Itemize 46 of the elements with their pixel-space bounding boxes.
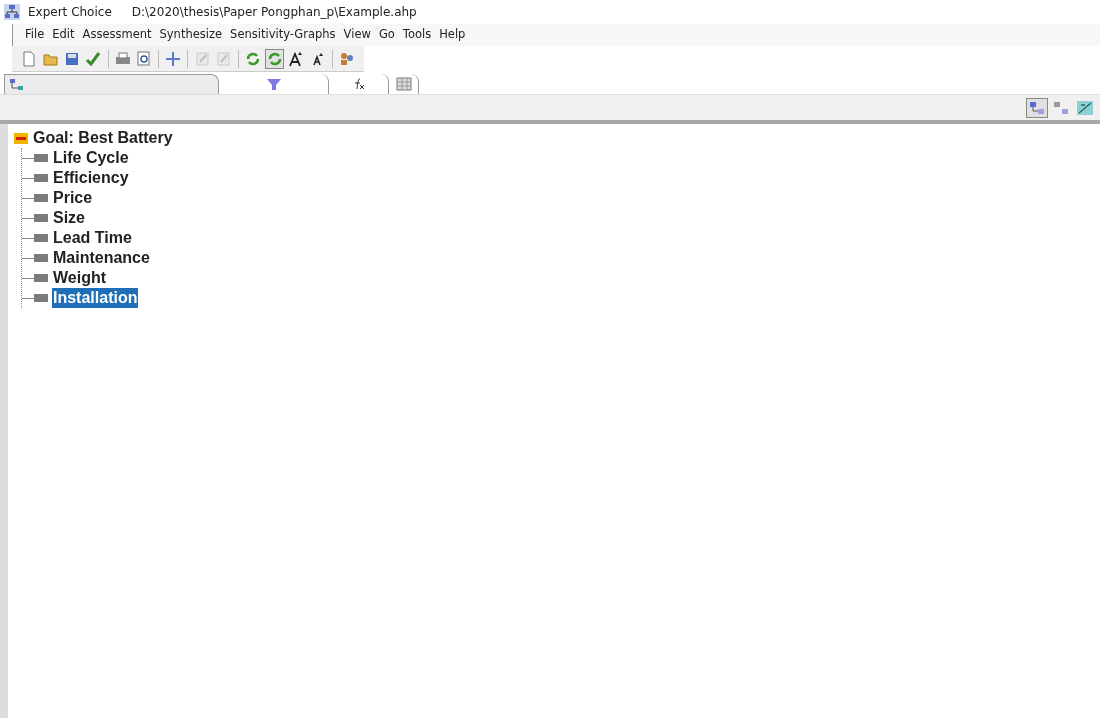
goal-node[interactable]: Goal: Best Battery [32,128,174,148]
pencil-page-icon [194,50,211,67]
criterion-node[interactable]: Life Cycle [52,148,130,168]
criterion-node[interactable]: Installation [52,288,139,308]
menu-item[interactable]: View [339,26,375,44]
view-button[interactable] [1026,97,1048,118]
menu-item[interactable]: Synthesize [155,26,227,44]
menu-item[interactable]: File [21,26,49,44]
nodes-icon [1053,100,1069,115]
printer-icon [114,50,131,67]
criterion-node[interactable]: Size [52,208,86,228]
criterion-node[interactable]: Efficiency [52,168,130,188]
criterion-node-icon [34,294,48,302]
criterion-node[interactable]: Weight [52,268,108,288]
app-logo-icon [4,4,20,20]
criterion-node-icon [34,234,48,242]
menu-item[interactable]: Assessment [78,26,156,44]
font-larger-icon [288,50,305,67]
grid-icon [395,77,412,91]
view-tab[interactable] [4,74,219,94]
criterion-node-icon [34,174,48,182]
file-path: D:\2020\thesis\Paper Pongphan_p\Example.ahp [131,4,417,21]
chart-icon [1077,100,1093,115]
menu-item[interactable]: Go [374,26,399,44]
criterion-node-icon [34,274,48,282]
criterion-node-icon [34,214,48,222]
new-document-icon [21,50,38,67]
criterion-node-icon [34,254,48,262]
goal-node-icon [14,132,28,144]
checkmark-icon [85,50,102,67]
pencil-page-icon [215,50,232,67]
criterion-node-icon [34,194,48,202]
criterion-node[interactable]: Price [52,188,94,208]
criterion-node-icon [34,154,48,162]
refresh-arrows-icon [266,50,283,67]
menu-item[interactable]: Help [435,26,470,44]
menu-item[interactable]: Tools [398,26,436,44]
menu-item[interactable]: Edit [48,26,79,44]
criterion-node[interactable]: Maintenance [52,248,151,268]
menu-item[interactable]: Sensitivity-Graphs [226,26,340,44]
refresh-arrows-icon [245,50,262,67]
hierarchy-icon [1029,100,1045,115]
app-title: Expert Choice [28,4,112,21]
funnel-icon [265,77,282,91]
hierarchy-icon [9,77,25,92]
criterion-node[interactable]: Lead Time [52,228,133,248]
